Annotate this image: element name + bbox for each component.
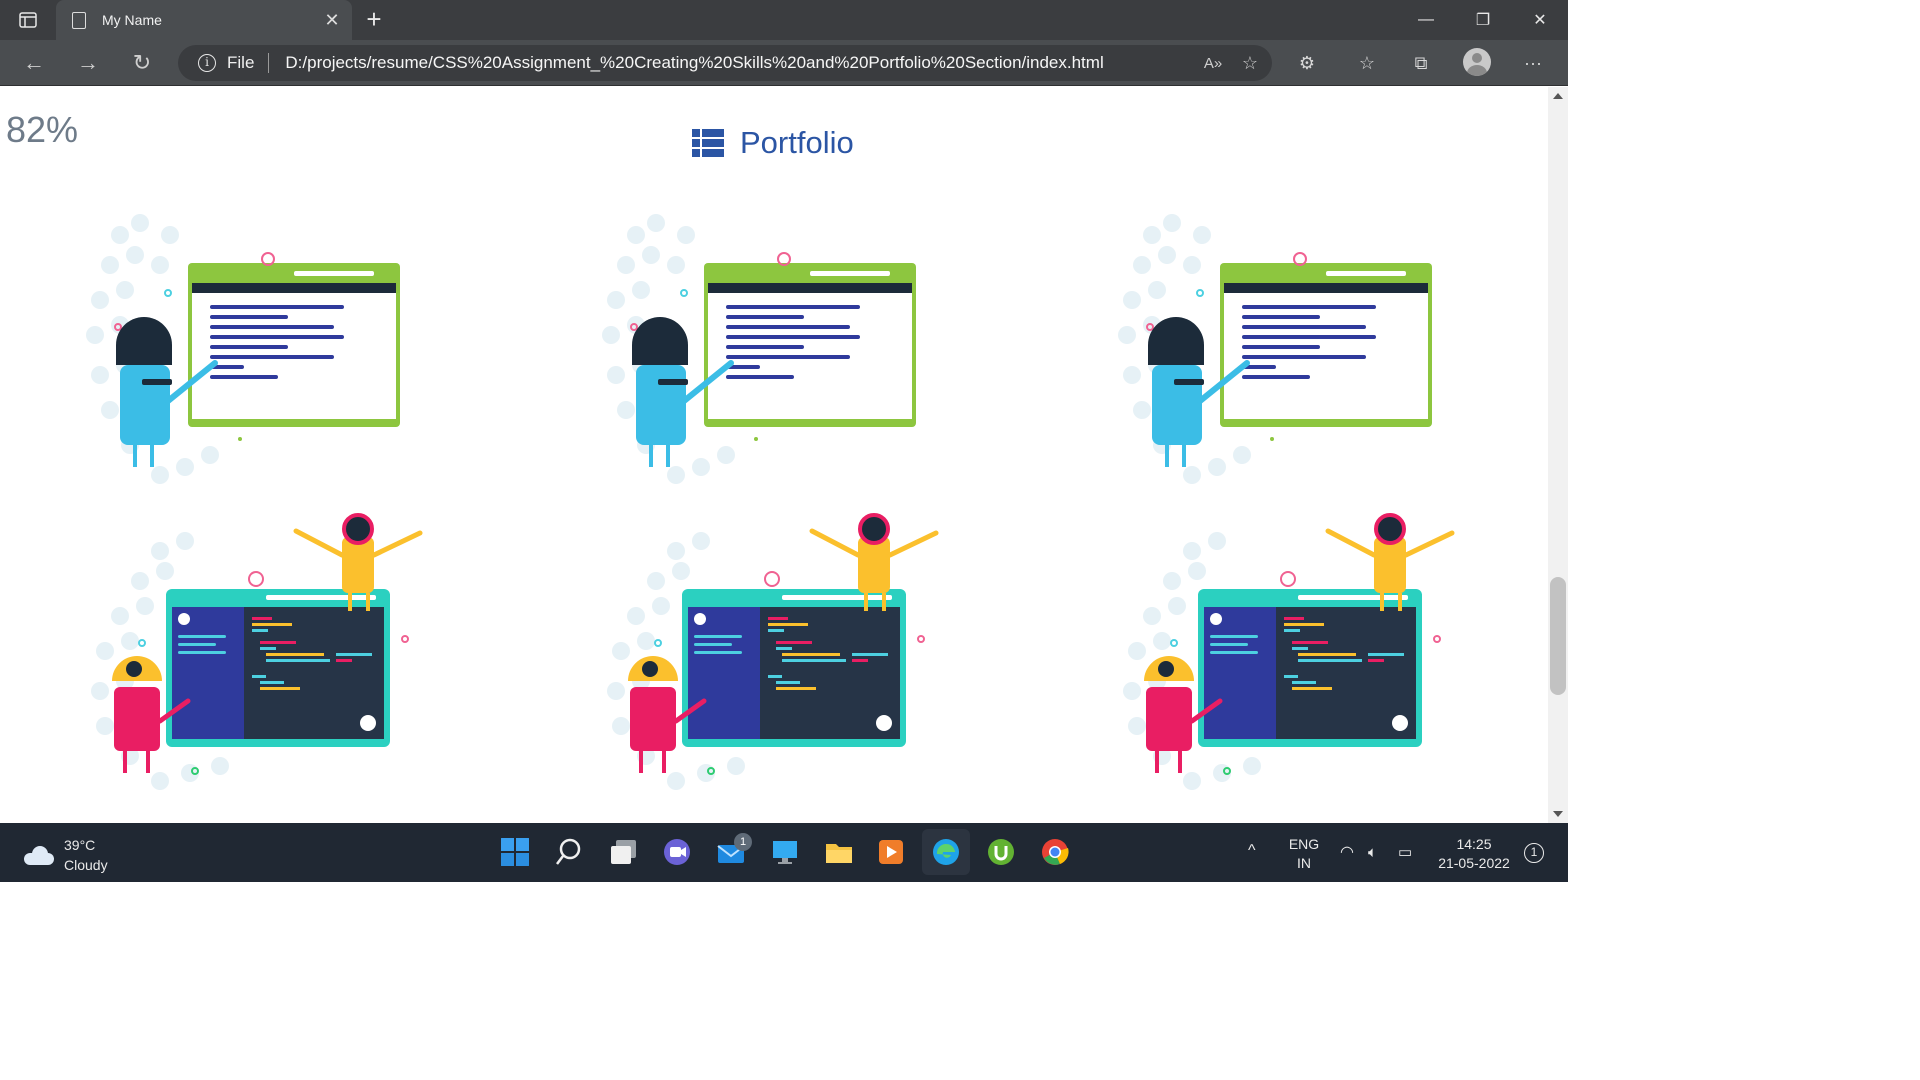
scroll-down-icon[interactable] <box>1553 811 1563 817</box>
utorrent-icon[interactable] <box>986 837 1016 867</box>
favorites-icon[interactable]: ☆ <box>1350 48 1384 78</box>
url-text[interactable]: D:/projects/resume/CSS%20Assignment_%20C… <box>285 53 1198 73</box>
media-player-icon[interactable] <box>876 837 906 867</box>
restore-icon[interactable]: ❐ <box>1455 0 1511 40</box>
web-page: 82% Portfolio <box>0 87 1548 823</box>
portfolio-item-1[interactable] <box>80 205 440 495</box>
forward-icon[interactable]: → <box>72 48 104 78</box>
start-icon[interactable] <box>500 837 530 867</box>
list-icon <box>692 129 724 157</box>
skill-percentage: 82% <box>6 109 79 150</box>
new-tab-icon[interactable]: + <box>360 4 388 34</box>
battery-icon[interactable]: ▭ <box>1398 843 1412 862</box>
show-hidden-icons-icon[interactable]: ^ <box>1248 841 1256 860</box>
clock-date: 21-05-2022 <box>1438 855 1510 871</box>
add-favorite-icon[interactable]: ☆ <box>1228 53 1272 74</box>
desktop-icon[interactable] <box>770 837 800 867</box>
close-tab-icon[interactable]: ✕ <box>320 10 344 31</box>
weather-desc: Cloudy <box>64 857 108 873</box>
address-bar[interactable]: i File D:/projects/resume/CSS%20Assignme… <box>178 45 1272 81</box>
portfolio-item-6[interactable] <box>1112 511 1472 801</box>
extensions-icon[interactable]: ⚙ <box>1290 48 1324 78</box>
address-toolbar: ← → ↻ i File D:/projects/resume/CSS%20As… <box>0 40 1568 86</box>
page-icon <box>72 11 86 29</box>
portfolio-item-5[interactable] <box>596 511 956 801</box>
minimize-icon[interactable]: — <box>1398 0 1454 40</box>
portfolio-item-3[interactable] <box>1112 205 1472 495</box>
portfolio-heading: Portfolio <box>692 125 854 161</box>
clock[interactable]: 14:25 21-05-2022 <box>1434 835 1514 873</box>
browser-tab[interactable]: My Name ✕ <box>56 0 352 40</box>
edge-icon[interactable] <box>931 837 961 867</box>
mail-badge: 1 <box>734 833 752 851</box>
url-scheme: File <box>227 53 255 72</box>
cloud-icon <box>24 845 54 865</box>
portfolio-title: Portfolio <box>740 125 854 160</box>
wifi-icon[interactable]: ◠ <box>1340 843 1354 862</box>
collections-icon[interactable]: ⧉ <box>1404 48 1438 78</box>
profile-avatar[interactable] <box>1463 48 1491 76</box>
task-view-icon[interactable] <box>608 837 638 867</box>
portfolio-item-4[interactable] <box>80 511 440 801</box>
notification-badge[interactable]: 1 <box>1524 843 1544 863</box>
back-icon[interactable]: ← <box>18 48 50 78</box>
weather-temp: 39°C <box>64 837 96 853</box>
taskbar: 39°C Cloudy 1 ^ ENG IN ◠ 🔈︎ ▭ 14:25 21-0… <box>0 823 1568 882</box>
scroll-up-icon[interactable] <box>1553 93 1563 99</box>
info-icon[interactable]: i <box>198 54 216 72</box>
tab-title: My Name <box>102 12 162 28</box>
close-window-icon[interactable]: ✕ <box>1512 0 1568 40</box>
scroll-thumb[interactable] <box>1550 577 1566 695</box>
chrome-icon[interactable] <box>1040 837 1070 867</box>
language-bottom: IN <box>1297 855 1311 871</box>
portfolio-item-2[interactable] <box>596 205 956 495</box>
read-aloud-icon[interactable]: A» <box>1198 55 1228 72</box>
search-icon[interactable] <box>554 837 584 867</box>
volume-icon[interactable]: 🔈︎ <box>1368 843 1377 862</box>
refresh-icon[interactable]: ↻ <box>126 48 158 78</box>
clock-time: 14:25 <box>1456 836 1492 852</box>
language-top: ENG <box>1288 836 1320 852</box>
file-explorer-icon[interactable] <box>824 837 854 867</box>
browser-tab-bar: My Name ✕ + — ❐ ✕ <box>0 0 1568 40</box>
vertical-scrollbar[interactable] <box>1548 87 1568 823</box>
tab-actions-icon[interactable] <box>14 8 42 32</box>
chat-icon[interactable] <box>662 837 692 867</box>
more-menu-icon[interactable]: ··· <box>1516 48 1550 78</box>
weather-widget[interactable]: 39°C Cloudy <box>24 835 108 875</box>
language-indicator[interactable]: ENG IN <box>1288 835 1320 873</box>
url-separator <box>268 53 270 73</box>
